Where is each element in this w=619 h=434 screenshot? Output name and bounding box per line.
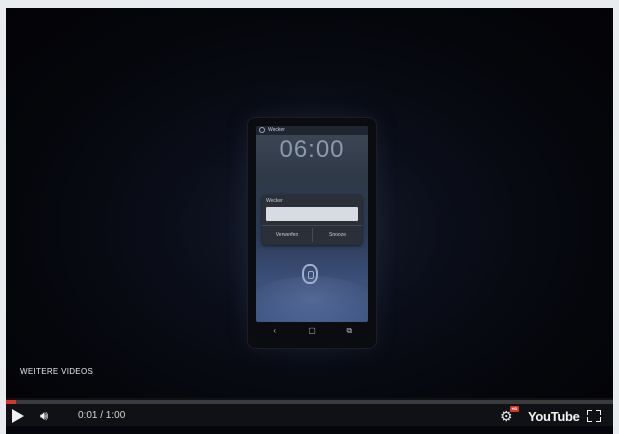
video-canvas[interactable]: Wecker 06:00 Wecker Verwerfen Snooze ‹ ▢… <box>6 8 613 406</box>
unlock-ring-icon <box>302 264 318 284</box>
phone-screen: Wecker 06:00 Wecker Verwerfen Snooze <box>256 126 368 322</box>
home-icon: ▢ <box>308 326 316 335</box>
volume-icon[interactable]: 🔊︎ <box>40 408 66 424</box>
play-button[interactable] <box>12 409 24 423</box>
alarm-dialog-label-field <box>266 207 358 221</box>
fullscreen-corner <box>587 417 592 422</box>
phone-clock: 06:00 <box>279 136 345 163</box>
snooze-button: Snooze <box>312 228 362 242</box>
logo-you: You <box>528 409 551 424</box>
fullscreen-icon[interactable] <box>587 410 601 422</box>
more-videos-link[interactable]: WEITERE VIDEOS <box>20 367 93 376</box>
progress-fill <box>6 400 17 404</box>
logo-tube: Tube <box>550 409 580 424</box>
phone-device: Wecker 06:00 Wecker Verwerfen Snooze ‹ ▢… <box>248 118 376 348</box>
fullscreen-corner <box>596 417 601 422</box>
alarm-clock-icon <box>259 127 265 133</box>
time-display: 0:01 / 1:00 <box>78 410 126 421</box>
alarm-dialog: Wecker Verwerfen Snooze <box>262 195 362 245</box>
status-app-name: Wecker <box>268 127 285 133</box>
phone-nav-bar: ‹ ▢ ⧉ <box>256 322 368 340</box>
recent-apps-icon: ⧉ <box>346 326 353 335</box>
fullscreen-corner <box>596 410 601 415</box>
fullscreen-corner <box>587 410 592 415</box>
hd-badge: HD <box>510 406 519 412</box>
dismiss-button: Verwerfen <box>275 232 299 238</box>
alarm-dialog-title: Wecker <box>266 198 283 204</box>
video-frame[interactable]: Wecker 06:00 Wecker Verwerfen Snooze ‹ ▢… <box>6 8 613 434</box>
divider <box>262 225 362 226</box>
phone-status-bar: Wecker <box>256 126 368 135</box>
back-icon: ‹ <box>273 326 276 335</box>
progress-bar[interactable] <box>6 400 613 404</box>
youtube-logo[interactable]: YouTube <box>528 409 580 424</box>
